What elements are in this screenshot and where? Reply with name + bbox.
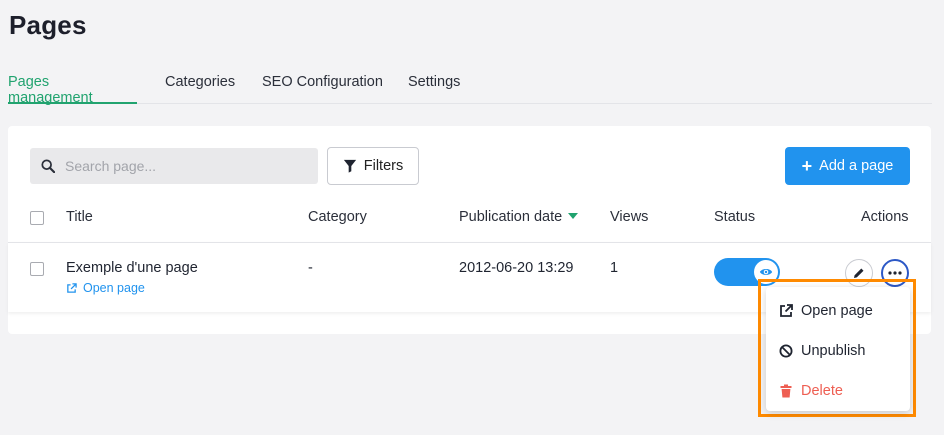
header-publication-date-label: Publication date (459, 209, 563, 225)
row-checkbox[interactable] (30, 262, 44, 276)
header-status: Status (714, 209, 756, 225)
filter-icon (343, 159, 356, 173)
row-category: - (308, 260, 313, 276)
search-input[interactable] (65, 148, 310, 184)
header-actions: Actions (861, 209, 909, 225)
ellipsis-icon (888, 271, 902, 275)
tab-settings[interactable]: Settings (408, 74, 460, 104)
tabs-bar: Pages management Categories SEO Configur… (8, 74, 932, 106)
tab-seo-configuration[interactable]: SEO Configuration (262, 74, 383, 104)
open-page-link[interactable]: Open page (66, 281, 145, 295)
page-title: Pages (9, 10, 87, 40)
dropdown-item-label: Delete (801, 383, 843, 399)
header-publication-date[interactable]: Publication date (459, 209, 579, 225)
open-page-link-label: Open page (83, 281, 145, 295)
tab-pages-management[interactable]: Pages management (8, 74, 137, 106)
row-publication-date: 2012-06-20 13:29 (459, 260, 574, 276)
ban-icon (779, 344, 793, 358)
select-all-checkbox[interactable] (30, 211, 44, 225)
header-title[interactable]: Title (66, 209, 93, 225)
header-category[interactable]: Category (308, 209, 367, 225)
dropdown-item-unpublish[interactable]: Unpublish (779, 339, 866, 363)
external-link-icon (780, 304, 793, 317)
search-icon (41, 159, 55, 173)
sort-down-icon (568, 213, 579, 220)
dropdown-item-label: Unpublish (801, 343, 866, 359)
filters-button[interactable]: Filters (327, 147, 419, 185)
eye-icon (759, 269, 773, 275)
actions-dropdown: Open page Unpublish Delete (766, 287, 910, 411)
external-link-icon (67, 282, 77, 293)
dropdown-item-open-page[interactable]: Open page (779, 299, 873, 323)
add-page-button-label: Add a page (819, 158, 894, 174)
filters-button-label: Filters (363, 158, 404, 174)
tab-categories[interactable]: Categories (165, 74, 235, 104)
row-views: 1 (610, 260, 619, 276)
dropdown-item-delete[interactable]: Delete (779, 379, 843, 403)
add-page-button[interactable]: + Add a page (785, 147, 910, 185)
search-box (30, 148, 318, 184)
pencil-icon (854, 268, 864, 278)
trash-icon (780, 384, 792, 398)
plus-icon: + (801, 156, 813, 176)
row-title: Exemple d'une page (66, 260, 198, 276)
dropdown-item-label: Open page (801, 303, 873, 319)
header-views[interactable]: Views (610, 209, 648, 225)
